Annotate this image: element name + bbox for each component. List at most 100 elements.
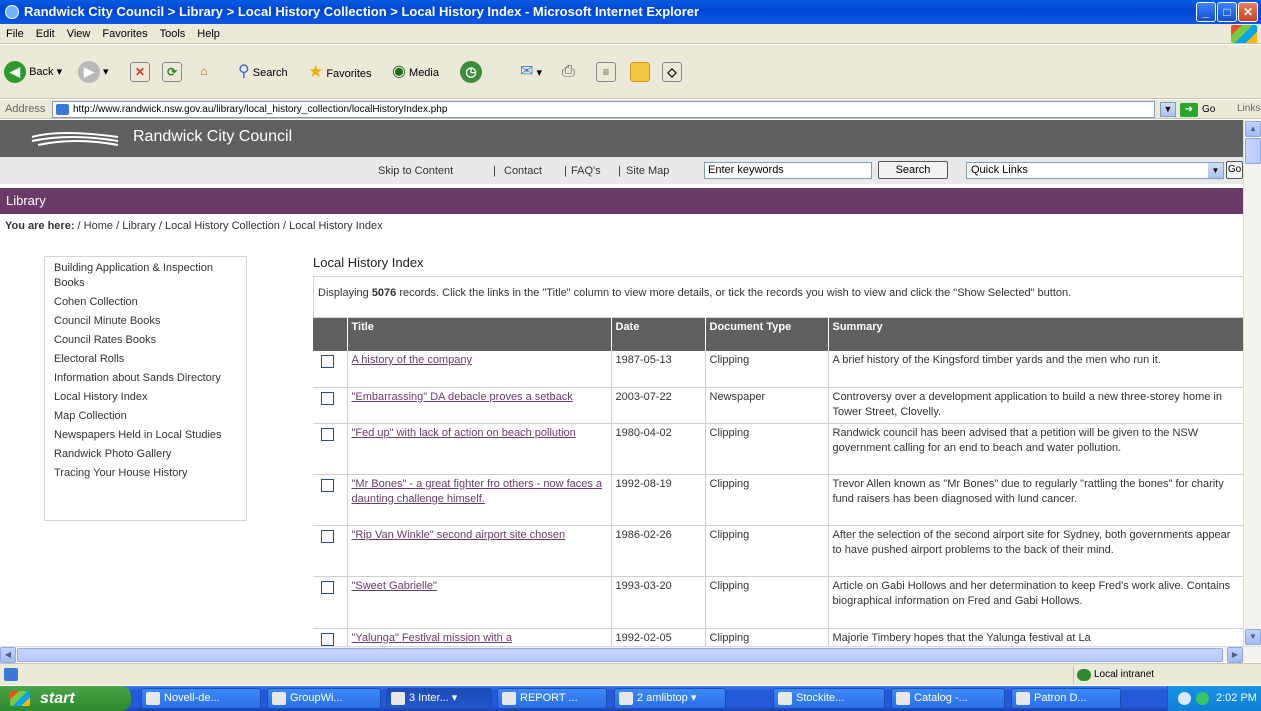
security-zone: Local intranet	[1073, 666, 1261, 684]
media-button[interactable]: ◉ Media	[392, 59, 439, 85]
record-title-link[interactable]: "Rip Van Winkle" second airport site cho…	[352, 529, 566, 541]
taskbar-item-catalog[interactable]: Catalog -...	[891, 688, 1005, 709]
row-checkbox[interactable]	[321, 632, 334, 646]
sidebar-item-local-history-index[interactable]: Local History Index	[54, 390, 239, 405]
sidebar-item-photo-gallery[interactable]: Randwick Photo Gallery	[54, 447, 239, 462]
horizontal-scroll-thumb[interactable]	[17, 648, 1223, 662]
quick-links-go-button[interactable]: Go	[1226, 161, 1243, 179]
address-input[interactable]: http://www.randwick.nsw.gov.au/library/l…	[52, 101, 1155, 118]
refresh-button[interactable]: ⟳	[162, 59, 182, 85]
row-checkbox[interactable]	[321, 478, 334, 492]
menu-help[interactable]: Help	[191, 24, 226, 44]
sidebar-nav: Building Application & Inspection Books …	[44, 256, 247, 521]
row-checkbox[interactable]	[321, 355, 334, 368]
record-title-link[interactable]: "Yalunga" Festival mission with a	[352, 632, 512, 644]
record-date: 1993-03-20	[611, 576, 706, 629]
quick-links-select[interactable]: Quick Links ▼	[966, 162, 1224, 179]
record-title-link[interactable]: "Mr Bones" - a great fighter fro others …	[352, 478, 603, 505]
folder-button[interactable]	[630, 59, 650, 85]
sidebar-item-building-application[interactable]: Building Application & Inspection Books	[54, 261, 239, 291]
back-button[interactable]: ◀ Back ▾	[4, 59, 62, 85]
windows-logo-icon	[10, 691, 30, 706]
toolbar: ◀ Back ▾ ▶ ▾ ✕ ⟳ ⌂ ⚲ Search ★ Favorites …	[0, 45, 1261, 99]
table-row: "Fed up" with lack of action on beach po…	[313, 423, 1243, 475]
contact-link[interactable]: Contact	[504, 165, 542, 177]
links-button[interactable]: Links	[1237, 103, 1260, 114]
record-type: Clipping	[705, 525, 829, 577]
maximize-button[interactable]: □	[1217, 2, 1237, 22]
skip-to-content-link[interactable]: Skip to Content	[378, 165, 453, 177]
menu-tools[interactable]: Tools	[154, 24, 192, 44]
taskbar-item-amlibtop[interactable]: 2 amlibtop ▾	[614, 688, 726, 709]
select-column-header	[313, 318, 348, 351]
scroll-right-icon[interactable]: ▶	[1227, 647, 1243, 663]
minimize-button[interactable]: _	[1196, 2, 1216, 22]
site-search-button[interactable]: Search	[878, 161, 948, 179]
address-dropdown-icon[interactable]: ▼	[1160, 102, 1176, 117]
print-button[interactable]: ⎙	[562, 59, 575, 85]
search-button[interactable]: ⚲ Search	[238, 59, 288, 85]
menu-file[interactable]: File	[0, 24, 30, 44]
messenger-button[interactable]: ◇	[662, 59, 682, 85]
faq-link[interactable]: FAQ's	[571, 165, 601, 177]
keyword-search-input[interactable]: Enter keywords	[704, 162, 872, 179]
horizontal-scrollbar[interactable]: ◀ ▶	[0, 646, 1261, 663]
forward-button[interactable]: ▶ ▾	[78, 59, 109, 85]
doctype-column-header[interactable]: Document Type	[705, 318, 829, 351]
clock: 2:02 PM	[1216, 692, 1257, 704]
breadcrumb-home[interactable]: Home	[84, 220, 113, 232]
taskbar-item-groupwise[interactable]: GroupWi...	[267, 688, 381, 709]
records-intro: Displaying 5076 records. Click the links…	[313, 276, 1243, 318]
favorites-button[interactable]: ★ Favorites	[308, 59, 372, 85]
sidebar-item-map-collection[interactable]: Map Collection	[54, 409, 239, 424]
sidebar-item-cohen-collection[interactable]: Cohen Collection	[54, 295, 239, 310]
menu-favorites[interactable]: Favorites	[96, 24, 153, 44]
sidebar-item-newspapers[interactable]: Newspapers Held in Local Studies	[54, 428, 239, 443]
sidebar-item-house-history[interactable]: Tracing Your House History	[54, 466, 239, 481]
home-button[interactable]: ⌂	[194, 59, 214, 85]
history-button[interactable]: ◷	[460, 59, 482, 85]
task-label: Catalog -...	[914, 692, 968, 704]
title-column-header[interactable]: Title	[347, 318, 612, 351]
menu-view[interactable]: View	[61, 24, 97, 44]
breadcrumb-library[interactable]: Library	[122, 220, 156, 232]
menu-edit[interactable]: Edit	[30, 24, 61, 44]
row-checkbox[interactable]	[321, 529, 334, 543]
row-checkbox[interactable]	[321, 427, 334, 441]
tray-arrow-icon[interactable]	[1178, 692, 1191, 705]
site-map-link[interactable]: Site Map	[626, 165, 669, 177]
breadcrumb-local-history-collection[interactable]: Local History Collection	[165, 220, 280, 232]
record-title-link[interactable]: "Sweet Gabrielle"	[352, 580, 437, 592]
row-checkbox[interactable]	[321, 391, 334, 405]
record-title-link[interactable]: A history of the company	[352, 354, 472, 366]
taskbar-item-patron[interactable]: Patron D...	[1011, 688, 1121, 709]
tray-network-icon[interactable]	[1196, 692, 1209, 705]
scroll-down-icon[interactable]: ▼	[1245, 629, 1261, 645]
page-icon	[56, 104, 69, 115]
date-column-header[interactable]: Date	[611, 318, 706, 351]
vertical-scroll-thumb[interactable]	[1245, 138, 1261, 164]
vertical-scrollbar[interactable]: ▲ ▼	[1243, 120, 1261, 646]
taskbar-item-report[interactable]: REPORT ...	[497, 688, 607, 709]
sidebar-item-electoral-rolls[interactable]: Electoral Rolls	[54, 352, 239, 367]
record-title-link[interactable]: "Fed up" with lack of action on beach po…	[352, 427, 576, 439]
taskbar-item-stockite[interactable]: Stockite...	[773, 688, 885, 709]
sidebar-item-council-minute-books[interactable]: Council Minute Books	[54, 314, 239, 329]
scroll-left-icon[interactable]: ◀	[0, 647, 16, 663]
sidebar-item-sands-directory[interactable]: Information about Sands Directory	[54, 371, 239, 386]
close-button[interactable]: ✕	[1238, 2, 1258, 22]
record-title-link[interactable]: "Embarrassing" DA debacle proves a setba…	[352, 391, 573, 403]
breadcrumb: You are here: / Home / Library / Local H…	[5, 220, 383, 232]
taskbar-item-internet-explorer[interactable]: 3 Inter... ▾	[386, 688, 492, 709]
stop-button[interactable]: ✕	[130, 59, 150, 85]
scroll-up-icon[interactable]: ▲	[1245, 121, 1261, 137]
edit-button[interactable]: ≡	[596, 59, 616, 85]
breadcrumb-current: Local History Index	[289, 220, 383, 232]
sidebar-item-council-rates-books[interactable]: Council Rates Books	[54, 333, 239, 348]
table-row: "Yalunga" Festival mission with a 1992-0…	[313, 628, 1243, 646]
start-button[interactable]: start	[0, 686, 131, 711]
mail-button[interactable]: ✉ ▾	[520, 59, 542, 85]
row-checkbox[interactable]	[321, 580, 334, 594]
go-button[interactable]: ➜ Go	[1180, 102, 1215, 117]
taskbar-item-novell[interactable]: Novell-de...	[141, 688, 261, 709]
